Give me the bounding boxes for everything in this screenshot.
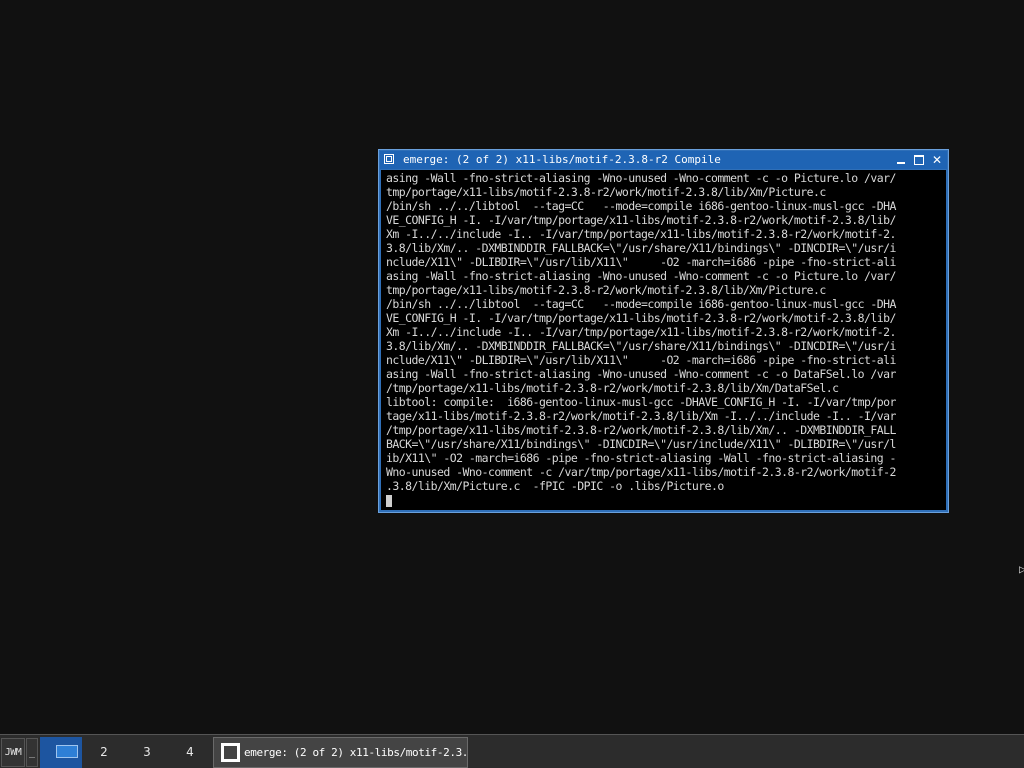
terminal-line: /bin/sh ../../libtool --tag=CC --mode=co… bbox=[386, 199, 896, 213]
desktop-3-button[interactable]: 3 bbox=[126, 737, 168, 768]
desktop-1-button[interactable] bbox=[40, 737, 82, 768]
task-button-emerge[interactable]: emerge: (2 of 2) x11-libs/motif-2.3.8-r2… bbox=[213, 737, 468, 768]
window-title: emerge: (2 of 2) x11-libs/motif-2.3.8-r2… bbox=[403, 153, 721, 166]
maximize-icon[interactable] bbox=[912, 153, 926, 167]
desktop-1-window-preview bbox=[56, 745, 78, 758]
terminal-line: Wno-unused -Wno-comment -c /var/tmp/port… bbox=[386, 465, 896, 479]
terminal-line: asing -Wall -fno-strict-aliasing -Wno-un… bbox=[386, 171, 896, 185]
terminal-line: Xm -I../../include -I.. -I/var/tmp/porta… bbox=[386, 325, 896, 339]
terminal-line: /tmp/portage/x11-libs/motif-2.3.8-r2/wor… bbox=[386, 423, 896, 437]
jwm-menu-button[interactable]: JWM bbox=[1, 738, 25, 767]
desktop[interactable]: emerge: (2 of 2) x11-libs/motif-2.3.8-r2… bbox=[0, 0, 1024, 734]
show-desktop-button[interactable]: _ bbox=[26, 738, 38, 767]
minimize-icon[interactable] bbox=[894, 153, 908, 167]
terminal-line: tmp/portage/x11-libs/motif-2.3.8-r2/work… bbox=[386, 185, 826, 199]
desktop-2-button[interactable]: 2 bbox=[83, 737, 125, 768]
terminal-line: nclude/X11\" -DLIBDIR=\"/usr/lib/X11\" -… bbox=[386, 255, 896, 269]
window-titlebar[interactable]: emerge: (2 of 2) x11-libs/motif-2.3.8-r2… bbox=[380, 151, 947, 169]
window-menu-icon[interactable] bbox=[384, 154, 394, 164]
terminal-window-icon bbox=[221, 743, 240, 762]
terminal-line: 3.8/lib/Xm/.. -DXMBINDDIR_FALLBACK=\"/us… bbox=[386, 339, 896, 353]
desktop-4-button[interactable]: 4 bbox=[169, 737, 211, 768]
terminal-window[interactable]: emerge: (2 of 2) x11-libs/motif-2.3.8-r2… bbox=[378, 149, 949, 513]
terminal-line: BACK=\"/usr/share/X11/bindings\" -DINCDI… bbox=[386, 437, 896, 451]
terminal-line: tmp/portage/x11-libs/motif-2.3.8-r2/work… bbox=[386, 283, 826, 297]
mouse-pointer-icon: ▷ bbox=[1019, 563, 1024, 576]
close-icon[interactable]: ✕ bbox=[930, 153, 944, 167]
terminal-line: 3.8/lib/Xm/.. -DXMBINDDIR_FALLBACK=\"/us… bbox=[386, 241, 896, 255]
terminal-line: /bin/sh ../../libtool --tag=CC --mode=co… bbox=[386, 297, 896, 311]
taskbar: JWM _ 2 3 4 emerge: (2 of 2) x11-libs/mo… bbox=[0, 734, 1024, 768]
terminal-line: .3.8/lib/Xm/Picture.c -fPIC -DPIC -o .li… bbox=[386, 479, 724, 493]
terminal-line: asing -Wall -fno-strict-aliasing -Wno-un… bbox=[386, 367, 896, 381]
terminal-line: nclude/X11\" -DLIBDIR=\"/usr/lib/X11\" -… bbox=[386, 353, 896, 367]
terminal-line: VE_CONFIG_H -I. -I/var/tmp/portage/x11-l… bbox=[386, 213, 896, 227]
terminal-output[interactable]: asing -Wall -fno-strict-aliasing -Wno-un… bbox=[381, 170, 946, 510]
terminal-line: /tmp/portage/x11-libs/motif-2.3.8-r2/wor… bbox=[386, 381, 839, 395]
task-button-label: emerge: (2 of 2) x11-libs/motif-2.3.8-r2… bbox=[244, 746, 468, 759]
terminal-line: ib/X11\" -O2 -march=i686 -pipe -fno-stri… bbox=[386, 451, 896, 465]
terminal-line: asing -Wall -fno-strict-aliasing -Wno-un… bbox=[386, 269, 896, 283]
terminal-line: Xm -I../../include -I.. -I/var/tmp/porta… bbox=[386, 227, 896, 241]
terminal-line: libtool: compile: i686-gentoo-linux-musl… bbox=[386, 395, 896, 409]
terminal-text: asing -Wall -fno-strict-aliasing -Wno-un… bbox=[386, 171, 896, 493]
terminal-line: VE_CONFIG_H -I. -I/var/tmp/portage/x11-l… bbox=[386, 311, 896, 325]
terminal-cursor bbox=[386, 495, 392, 507]
terminal-line: tage/x11-libs/motif-2.3.8-r2/work/motif-… bbox=[386, 409, 896, 423]
